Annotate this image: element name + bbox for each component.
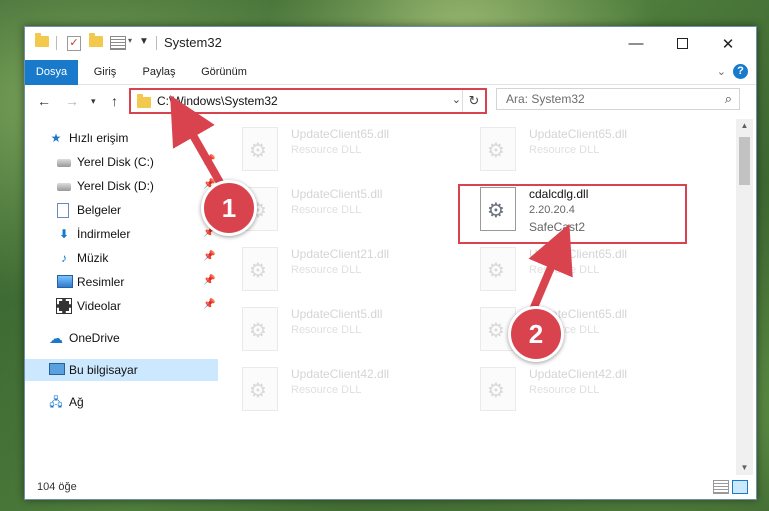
step-badge-1: 1 [201,180,257,236]
step-badge-2: 2 [508,306,564,362]
annotation-arrows [170,95,573,316]
arrow-2 [528,223,573,316]
arrow-1 [170,95,226,190]
